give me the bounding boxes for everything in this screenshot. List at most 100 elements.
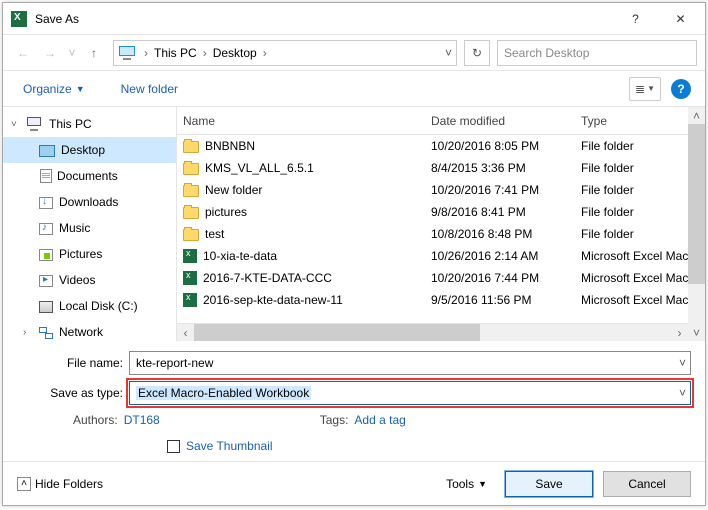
authors-value[interactable]: DT168 — [124, 413, 160, 427]
file-name: KMS_VL_ALL_6.5.1 — [205, 161, 314, 175]
search-placeholder: Search Desktop — [504, 46, 589, 60]
vertical-scrollbar[interactable]: ˄ ˅ — [688, 107, 705, 341]
tree-item-music[interactable]: Music — [3, 215, 176, 241]
forward-button[interactable]: → — [38, 41, 62, 65]
help-icon[interactable]: ? — [671, 79, 691, 99]
chevron-right-icon: › — [142, 46, 150, 60]
chevron-right-icon: › — [261, 46, 269, 60]
tree-item-label: Pictures — [59, 247, 102, 261]
back-button[interactable]: ← — [11, 41, 35, 65]
desktop-icon — [39, 145, 55, 157]
authors-label: Authors: — [73, 413, 118, 427]
file-date: 8/4/2015 3:36 PM — [431, 161, 581, 175]
titlebar: Save As ? ✕ — [3, 3, 705, 35]
file-type: File folder — [581, 205, 688, 219]
file-row[interactable]: New folder10/20/2016 7:41 PMFile folder — [177, 179, 688, 201]
column-date[interactable]: Date modified — [431, 114, 581, 128]
tree-item-label: Local Disk (C:) — [59, 299, 138, 313]
breadcrumb-this-pc[interactable]: This PC — [150, 46, 201, 60]
tree-item-label: Music — [59, 221, 90, 235]
recent-dropdown[interactable]: ˅ — [65, 41, 79, 65]
file-row[interactable]: 2016-sep-kte-data-new-119/5/2016 11:56 P… — [177, 289, 688, 311]
refresh-button[interactable]: ↻ — [464, 40, 490, 66]
tree-item-desktop[interactable]: Desktop — [3, 137, 176, 163]
folder-icon — [183, 163, 199, 175]
tags-value[interactable]: Add a tag — [354, 413, 405, 427]
vid-icon — [39, 275, 53, 287]
chevron-right-icon: › — [201, 46, 209, 60]
save-as-dialog: Save As ? ✕ ← → ˅ ↑ › This PC › Desktop … — [2, 2, 706, 506]
file-rows: BNBNBN10/20/2016 8:05 PMFile folderKMS_V… — [177, 135, 688, 323]
file-row[interactable]: KMS_VL_ALL_6.5.1 8/4/2015 3:36 PMFile fol… — [177, 157, 688, 179]
file-type: Microsoft Excel Macro- — [581, 249, 688, 263]
scroll-left-icon[interactable]: ‹ — [177, 324, 194, 341]
file-name: 10-xia-te-data — [203, 249, 277, 263]
tree-item-label: This PC — [49, 117, 92, 131]
folder-icon — [183, 185, 199, 197]
view-options-button[interactable]: ≣▼ — [629, 77, 661, 101]
tree-item-label: Desktop — [61, 143, 105, 157]
column-headers: Name Date modified Type — [177, 107, 688, 135]
filename-label: File name: — [17, 356, 129, 370]
cancel-button[interactable]: Cancel — [603, 471, 691, 497]
scroll-right-icon[interactable]: › — [671, 324, 688, 341]
file-name: 2016-7-KTE-DATA-CCC — [203, 271, 332, 285]
file-name: New folder — [205, 183, 262, 197]
chevron-down-icon[interactable]: ˅ — [679, 356, 686, 370]
folder-icon — [183, 141, 199, 153]
address-bar[interactable]: › This PC › Desktop › ˅ — [113, 40, 457, 66]
tree-item-local-disk-c-[interactable]: Local Disk (C:) — [3, 293, 176, 319]
xlsm-icon — [183, 271, 197, 285]
address-dropdown-icon[interactable]: ˅ — [445, 46, 452, 60]
new-folder-button[interactable]: New folder — [115, 78, 184, 100]
file-name: test — [205, 227, 224, 241]
file-row[interactable]: 2016-7-KTE-DATA-CCC10/20/2016 7:44 PMMic… — [177, 267, 688, 289]
tree-item-downloads[interactable]: Downloads — [3, 189, 176, 215]
savetype-select[interactable]: Excel Macro-Enabled Workbook ˅ — [129, 381, 691, 405]
hide-folders-button[interactable]: ˄ Hide Folders — [17, 477, 103, 491]
savetype-label: Save as type: — [17, 386, 129, 400]
file-row[interactable]: BNBNBN10/20/2016 8:05 PMFile folder — [177, 135, 688, 157]
dialog-footer: ˄ Hide Folders Tools▼ Save Cancel — [3, 461, 705, 505]
tree-item-pictures[interactable]: Pictures — [3, 241, 176, 267]
navigation-tree: ˅ This PC Desktop Documents Downloads Music Pi… — [3, 107, 177, 341]
file-name: BNBNBN — [205, 139, 255, 153]
search-input[interactable]: Search Desktop — [497, 40, 697, 66]
chevron-down-icon: ▼ — [478, 479, 487, 489]
file-row[interactable]: pictures9/8/2016 8:41 PMFile folder — [177, 201, 688, 223]
file-row[interactable]: test10/8/2016 8:48 PMFile folder — [177, 223, 688, 245]
save-thumbnail-checkbox[interactable] — [167, 440, 180, 453]
expand-icon[interactable]: › — [23, 327, 33, 338]
net-icon — [39, 327, 53, 339]
horizontal-scrollbar[interactable]: ‹ › — [177, 323, 688, 341]
file-type: File folder — [581, 161, 688, 175]
chevron-down-icon[interactable]: ˅ — [679, 386, 686, 400]
breadcrumb-desktop[interactable]: Desktop — [209, 46, 261, 60]
window-title: Save As — [35, 12, 613, 26]
doc-icon — [40, 169, 52, 183]
filename-input[interactable]: kte-report-new ˅ — [129, 351, 691, 375]
filename-value: kte-report-new — [136, 356, 213, 370]
pc-icon — [27, 117, 43, 131]
help-button[interactable]: ? — [613, 4, 658, 34]
column-type[interactable]: Type — [581, 114, 688, 128]
up-button[interactable]: ↑ — [82, 41, 106, 65]
save-button[interactable]: Save — [505, 471, 593, 497]
expand-icon[interactable]: ˅ — [11, 119, 21, 130]
column-name[interactable]: Name — [183, 114, 431, 128]
close-button[interactable]: ✕ — [658, 4, 703, 34]
tree-item-videos[interactable]: Videos — [3, 267, 176, 293]
tree-item-network[interactable]: ›Network — [3, 319, 176, 341]
file-date: 10/20/2016 7:44 PM — [431, 271, 581, 285]
tools-menu[interactable]: Tools▼ — [438, 473, 495, 495]
file-row[interactable]: 10-xia-te-data10/26/2016 2:14 AMMicrosof… — [177, 245, 688, 267]
organize-menu[interactable]: Organize▼ — [17, 78, 91, 100]
tree-item-label: Downloads — [59, 195, 118, 209]
file-name: 2016-sep-kte-data-new-11 — [203, 293, 343, 307]
file-type: File folder — [581, 183, 688, 197]
tree-item-this-pc[interactable]: ˅ This PC — [3, 111, 176, 137]
scroll-up-icon[interactable]: ˄ — [688, 107, 705, 124]
tree-item-documents[interactable]: Documents — [3, 163, 176, 189]
file-date: 10/20/2016 8:05 PM — [431, 139, 581, 153]
scroll-down-icon[interactable]: ˅ — [688, 324, 705, 341]
